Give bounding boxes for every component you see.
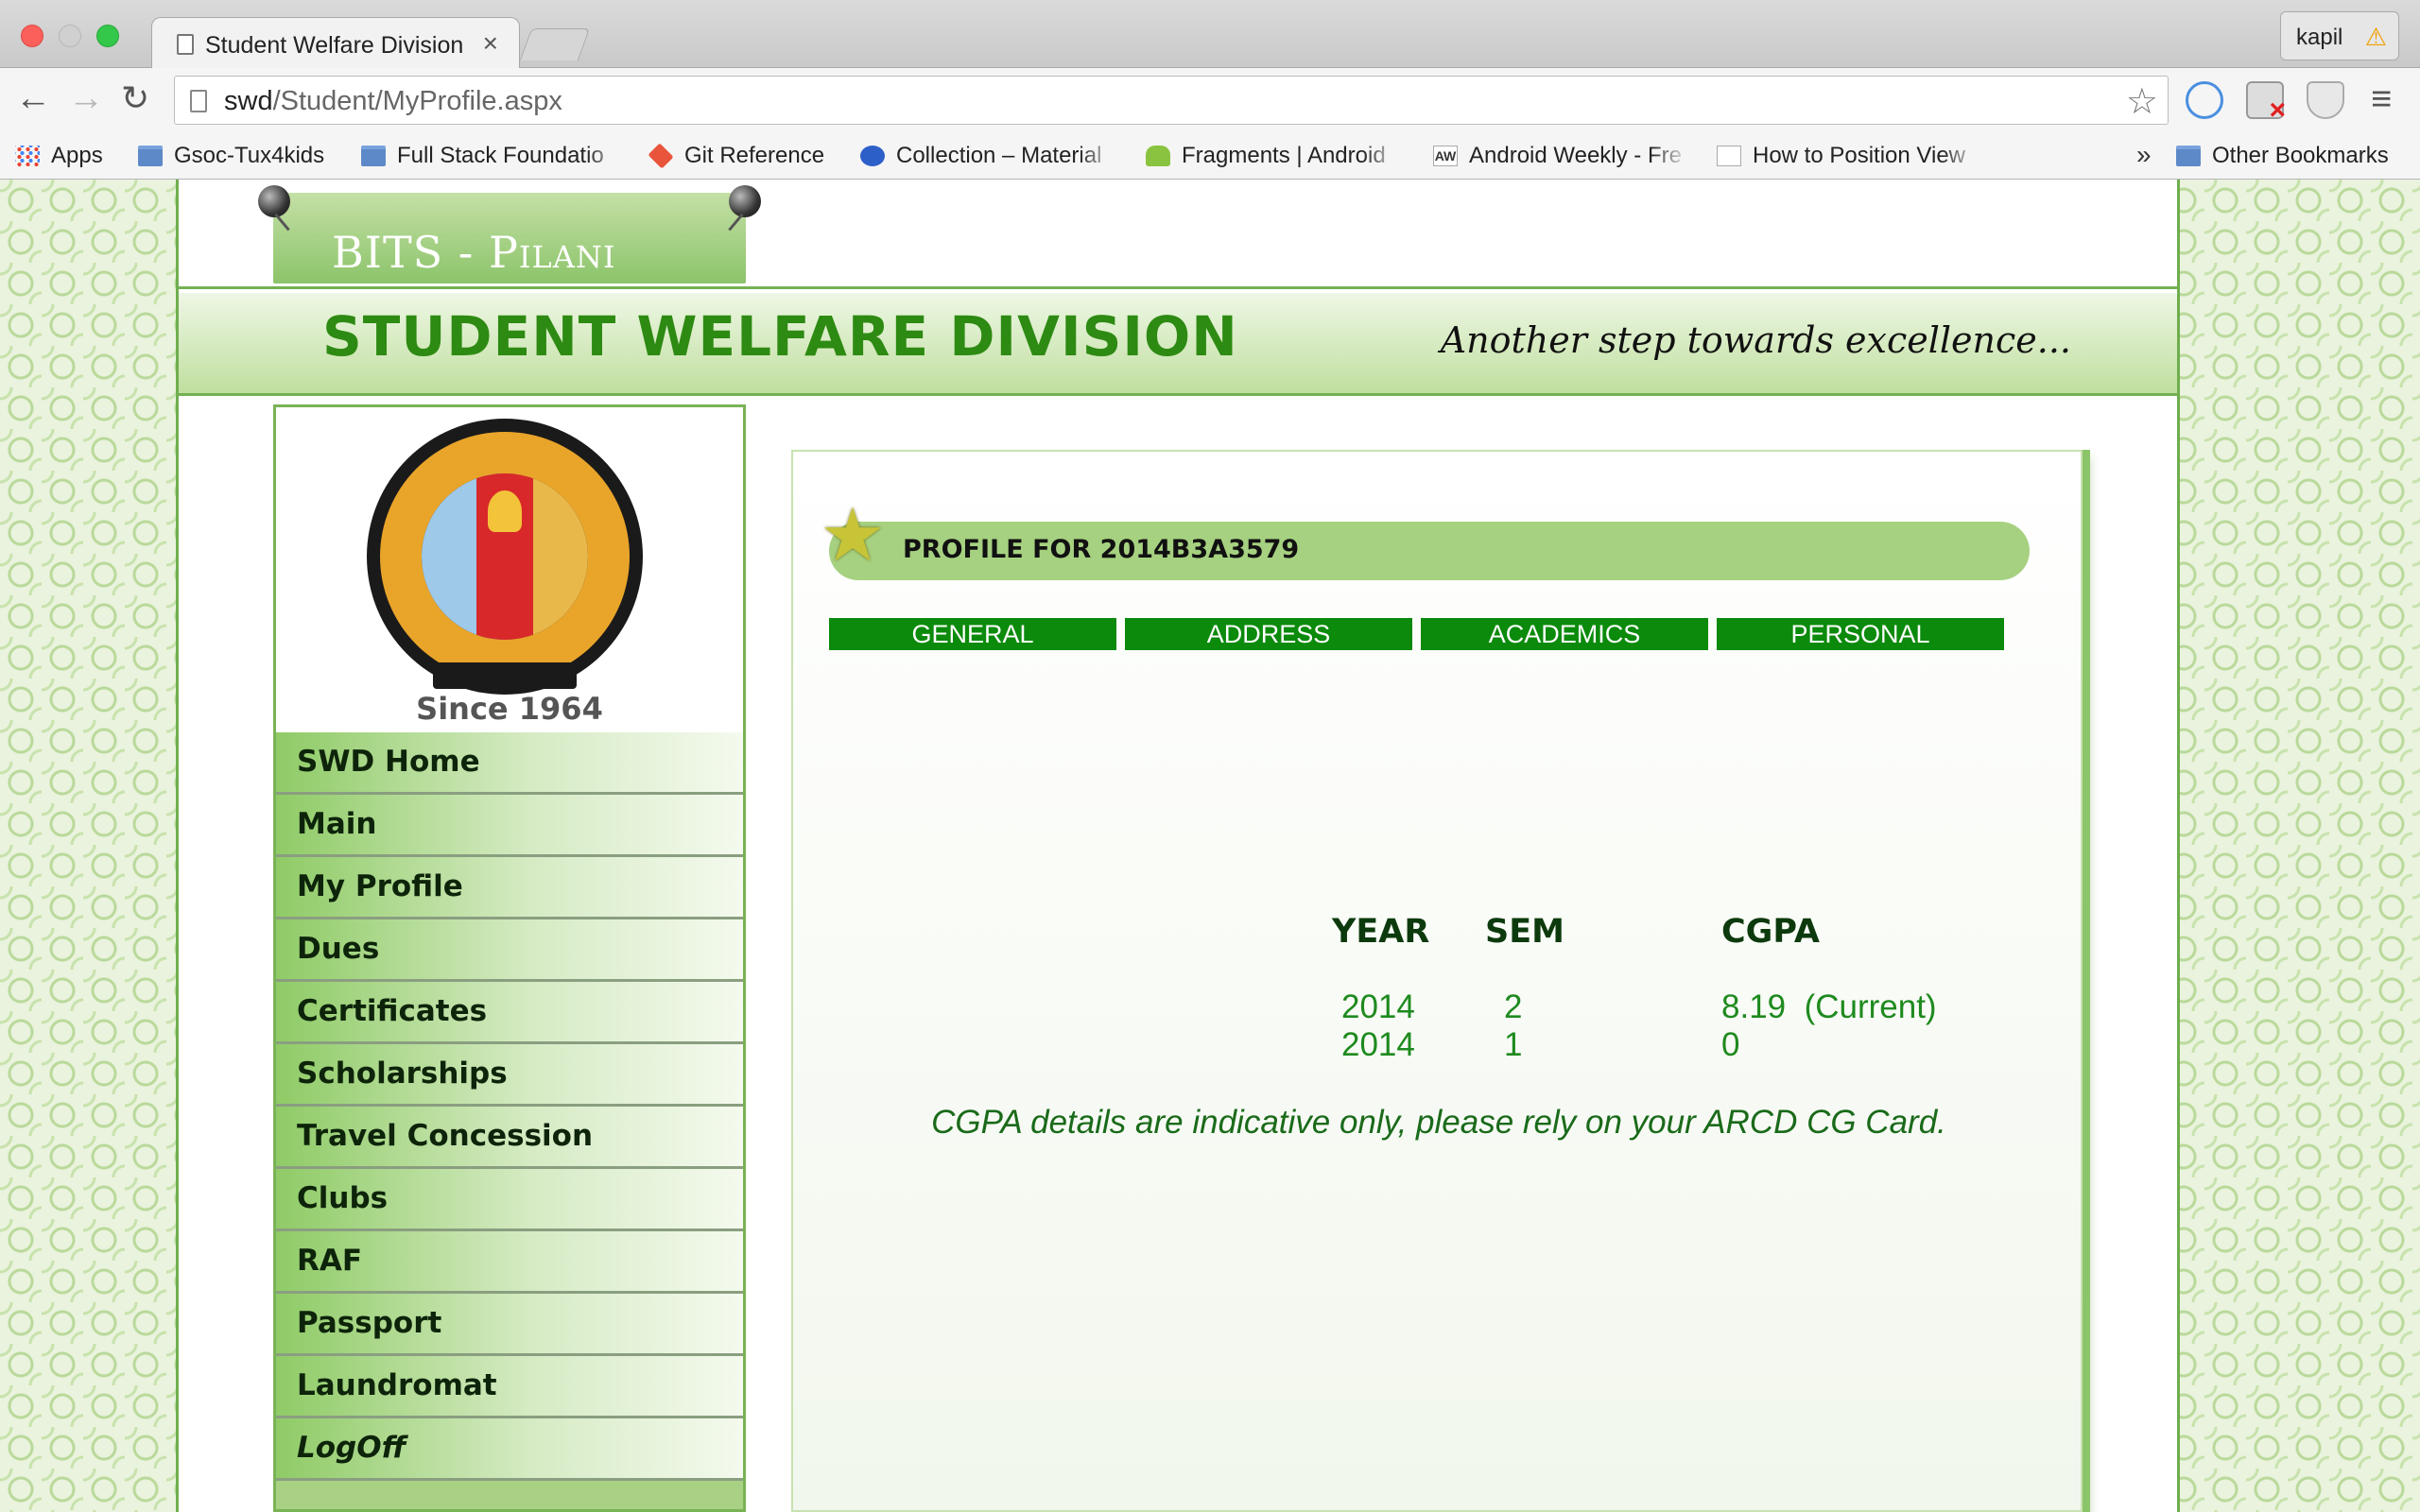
profile-heading-bar: ★ PROFILE FOR 2014B3A3579	[820, 497, 2030, 580]
aw-icon: AW	[1433, 146, 1458, 166]
zoom-window-button[interactable]	[96, 25, 119, 47]
column-header-year: YEAR	[1332, 913, 1430, 951]
sidebar-item-raf[interactable]: RAF	[276, 1231, 743, 1294]
sidebar-item-my-profile[interactable]: My Profile	[276, 857, 743, 919]
minimize-window-button[interactable]	[59, 25, 81, 47]
brand-card: BITS - Pilani	[258, 185, 761, 284]
bookmark-android-weekly[interactable]: AW Android Weekly - Fre	[1433, 140, 1688, 172]
browser-tab-strip: Student Welfare Division × kapil ⚠	[0, 0, 2420, 70]
page-icon	[1717, 146, 1741, 166]
profile-heading: PROFILE FOR 2014B3A3579	[903, 535, 1300, 564]
grade-row-sem: 1	[1504, 1026, 1523, 1063]
sidebar: Since 1964 SWD Home Main My Profile Dues…	[273, 404, 746, 1512]
sidebar-item-swd-home[interactable]: SWD Home	[276, 732, 743, 795]
grade-row-cgpa: 8.19 (Current)	[1721, 988, 1937, 1025]
profile-panel: ★ PROFILE FOR 2014B3A3579 GENERAL ADDRES…	[791, 450, 2083, 1512]
bookmark-other[interactable]: Other Bookmarks	[2176, 140, 2412, 172]
git-icon	[648, 143, 674, 169]
site-header: STUDENT WELFARE DIVISION Another step to…	[179, 289, 2177, 393]
forward-button[interactable]: →	[68, 79, 104, 117]
sidebar-item-dues[interactable]: Dues	[276, 919, 743, 982]
reload-button[interactable]: ↻	[121, 79, 149, 117]
tab-close-icon[interactable]: ×	[483, 28, 498, 59]
browser-menu-icon[interactable]: ≡	[2371, 79, 2392, 120]
sidebar-item-scholarships[interactable]: Scholarships	[276, 1044, 743, 1107]
logo-box: Since 1964	[276, 407, 743, 732]
institute-crest-logo	[367, 419, 643, 695]
tab-academics[interactable]: ACADEMICS	[1421, 618, 1708, 650]
tab-personal[interactable]: PERSONAL	[1717, 618, 2004, 650]
pushpin-icon	[729, 185, 761, 217]
sidebar-item-clubs[interactable]: Clubs	[276, 1169, 743, 1231]
close-window-button[interactable]	[21, 25, 43, 47]
bookmark-collection[interactable]: Collection – Material	[860, 140, 1117, 172]
star-icon: ★	[820, 493, 886, 576]
document-icon	[177, 34, 194, 55]
profile-button[interactable]: kapil ⚠	[2280, 11, 2399, 60]
bookmarks-bar: Apps Gsoc-Tux4kids Full Stack Foundatio …	[0, 132, 2420, 180]
blocked-extension-icon[interactable]	[2246, 81, 2286, 127]
bookmark-how-to-position[interactable]: How to Position View	[1717, 140, 1981, 172]
logo-since: Since 1964	[416, 691, 603, 727]
apps-icon	[15, 146, 40, 166]
sidebar-item-certificates[interactable]: Certificates	[276, 982, 743, 1044]
tab-general[interactable]: GENERAL	[829, 618, 1116, 650]
bookmarks-overflow-icon[interactable]: »	[2136, 140, 2152, 170]
sidebar-item-main[interactable]: Main	[276, 795, 743, 857]
sidebar-item-logoff[interactable]: LogOff	[276, 1418, 743, 1481]
url-text: swd/Student/MyProfile.aspx	[224, 86, 562, 116]
warning-icon: ⚠	[2364, 23, 2387, 51]
grade-row-year: 2014	[1341, 1026, 1415, 1063]
collection-icon	[860, 146, 885, 166]
sidebar-menu: SWD Home Main My Profile Dues Certificat…	[276, 732, 743, 1481]
page-icon	[190, 90, 207, 112]
column-header-sem: SEM	[1485, 913, 1564, 951]
column-header-cgpa: CGPA	[1721, 913, 1820, 951]
sidebar-item-passport[interactable]: Passport	[276, 1294, 743, 1356]
tab-title: Student Welfare Division	[205, 32, 464, 59]
site-title: STUDENT WELFARE DIVISION	[322, 304, 1238, 369]
site-tagline: Another step towards excellence...	[1440, 319, 2071, 361]
android-icon	[1146, 146, 1170, 166]
bookmark-star-icon[interactable]: ☆	[2126, 80, 2158, 123]
sidebar-item-laundromat[interactable]: Laundromat	[276, 1356, 743, 1418]
sidebar-item-travel-concession[interactable]: Travel Concession	[276, 1107, 743, 1169]
bookmark-apps[interactable]: Apps	[15, 140, 119, 172]
profile-name: kapil	[2296, 25, 2343, 50]
pushpin-icon	[258, 185, 290, 217]
bookmark-git-reference[interactable]: Git Reference	[648, 140, 847, 172]
tab-address[interactable]: ADDRESS	[1125, 618, 1412, 650]
brand-name: BITS - Pilani	[332, 227, 616, 278]
shield-extension-icon[interactable]	[2307, 81, 2344, 119]
site-container: BITS - Pilani STUDENT WELFARE DIVISION A…	[176, 180, 2180, 1512]
folder-icon	[138, 146, 163, 166]
grade-row-cgpa: 0	[1721, 1026, 1740, 1063]
browser-toolbar: ← → ↻ swd/Student/MyProfile.aspx ☆ ≡	[0, 68, 2420, 132]
grade-row-sem: 2	[1504, 988, 1523, 1025]
back-button[interactable]: ←	[15, 79, 51, 117]
bookmark-fragments[interactable]: Fragments | Android	[1146, 140, 1401, 172]
new-tab-button[interactable]	[519, 28, 591, 60]
clock-extension-icon[interactable]	[2186, 81, 2223, 119]
folder-icon	[361, 146, 386, 166]
bookmark-gsoc[interactable]: Gsoc-Tux4kids	[138, 140, 346, 172]
folder-icon	[2176, 146, 2201, 166]
bookmark-full-stack[interactable]: Full Stack Foundatio	[361, 140, 626, 172]
address-bar[interactable]: swd/Student/MyProfile.aspx ☆	[174, 76, 2169, 125]
profile-tabs: GENERAL ADDRESS ACADEMICS PERSONAL	[829, 618, 2011, 650]
grade-row-year: 2014	[1341, 988, 1415, 1025]
browser-tab-active[interactable]: Student Welfare Division ×	[151, 17, 520, 70]
cgpa-disclaimer: CGPA details are indicative only, please…	[931, 1104, 1946, 1141]
